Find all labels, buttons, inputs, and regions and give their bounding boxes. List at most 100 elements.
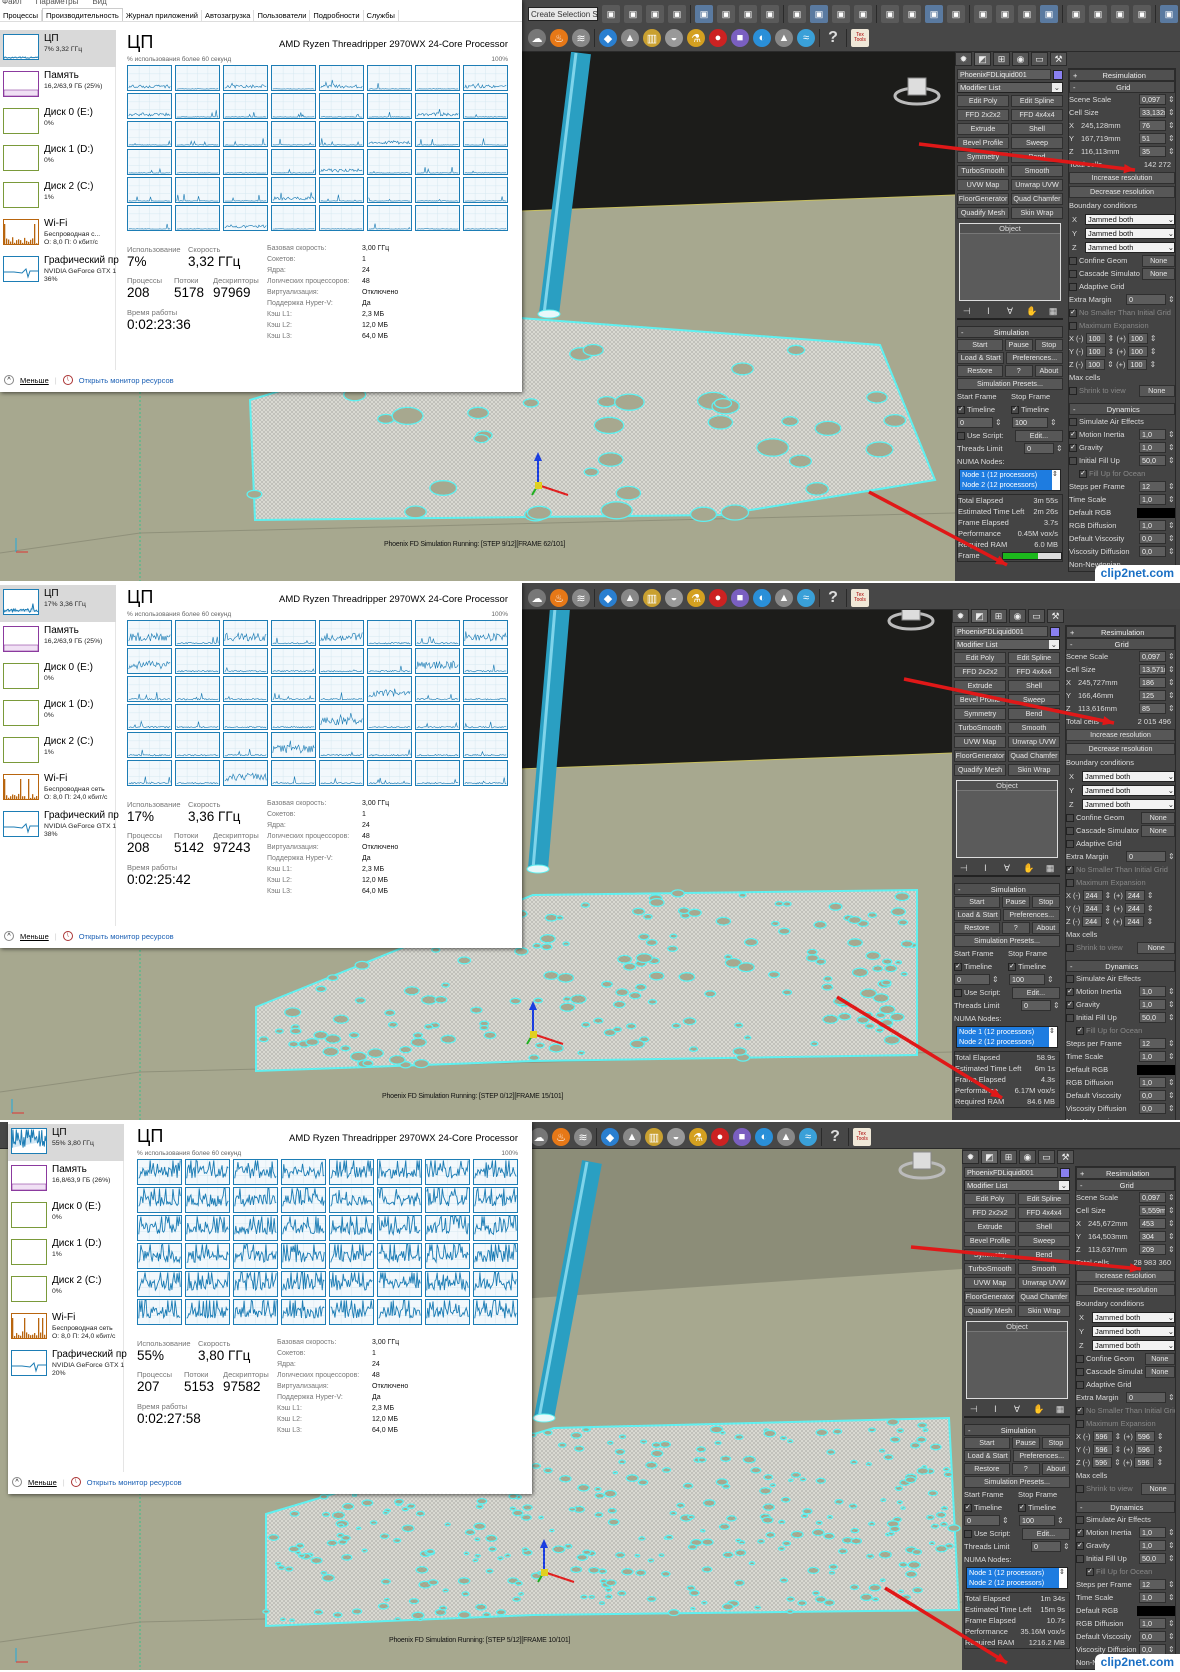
spinner-arrows-icon[interactable]: ⇕ — [1147, 891, 1154, 900]
help-button[interactable]: ? — [1001, 921, 1030, 934]
spinner-arrows-icon[interactable]: ⇕ — [1002, 1516, 1009, 1525]
modifier-button[interactable]: Edit Spline — [1008, 652, 1060, 664]
fill-ocean-checkbox[interactable]: ✓ — [1086, 1567, 1094, 1576]
sidebar-item-gpu[interactable]: Графический пр NVIDIA GeForce GTX 1 38% — [0, 807, 119, 844]
tab-display-icon[interactable]: ▭ — [1031, 52, 1048, 66]
phoenix-material-icon[interactable]: ■ — [731, 589, 749, 607]
help-button[interactable]: ? — [1011, 1462, 1040, 1475]
steps-per-frame-spinner[interactable]: 12 — [1139, 1579, 1166, 1590]
about-button[interactable]: About — [1031, 921, 1060, 934]
material-editor-icon[interactable]: ▣ — [739, 5, 757, 23]
shrink-picker[interactable]: None — [1138, 384, 1175, 397]
tab-display-icon[interactable]: ▭ — [1038, 1150, 1055, 1164]
modifier-button[interactable]: Sweep — [1008, 694, 1060, 706]
spinner-arrows-icon[interactable]: ⇕ — [1047, 975, 1054, 984]
spinner-arrows-icon[interactable]: ⇕ — [1108, 347, 1115, 356]
modifier-stack[interactable]: Object — [956, 780, 1058, 858]
phoenix-ramp-icon[interactable]: ⚗ — [689, 1128, 707, 1146]
spinner-arrows-icon[interactable]: ⇕ — [1168, 1619, 1175, 1628]
pause-button[interactable]: Pause — [1001, 895, 1030, 908]
spinner-arrows-icon[interactable]: ⇕ — [1107, 360, 1114, 369]
modifier-button[interactable]: Shell — [1011, 123, 1063, 135]
boundary-dropdown[interactable]: Jammed both ⌄ — [1085, 241, 1175, 253]
modifier-button[interactable]: Quadify Mesh — [957, 207, 1009, 219]
textools-button[interactable]: Tex Tools — [851, 29, 869, 47]
fewer-details-button[interactable]: Меньше — [28, 1478, 57, 1487]
open-resource-monitor-link[interactable]: Открыть монитор ресурсов — [87, 1478, 182, 1487]
show-end-result-icon[interactable]: I — [979, 306, 999, 316]
make-unique-icon[interactable]: ∀ — [997, 863, 1017, 874]
helper-icon[interactable]: ▣ — [1133, 5, 1151, 23]
phoenix-waterfall-icon[interactable]: ▲ — [775, 29, 793, 47]
phoenix-material-icon[interactable]: ■ — [733, 1128, 751, 1146]
sidebar-item-memory[interactable]: Память 16,8/63,9 ГБ (26%) — [8, 1161, 124, 1198]
phoenix-liquid-source-icon[interactable]: ≋ — [572, 589, 590, 607]
cascade-checkbox[interactable] — [1066, 826, 1074, 835]
modifier-button[interactable]: Bend — [1008, 708, 1060, 720]
spinner-arrows-icon[interactable]: ⇕ — [1168, 1078, 1175, 1087]
spinner-arrows-icon[interactable]: ⇕ — [1168, 1091, 1175, 1100]
tab-6[interactable]: Службы — [364, 10, 399, 21]
time-scale-spinner[interactable]: 1,0 — [1139, 494, 1166, 505]
max-expansion-checkbox[interactable] — [1066, 878, 1074, 887]
camera-icon[interactable]: ▣ — [947, 5, 965, 23]
cell-size-spinner[interactable]: 5,559m — [1139, 1205, 1166, 1216]
modifier-button[interactable]: Bevel Profile — [957, 137, 1009, 149]
plant-icon[interactable]: ▣ — [996, 5, 1014, 23]
tab-3[interactable]: Автозагрузка — [202, 10, 255, 21]
modifier-list-dropdown[interactable]: Modifier List ⌄ — [964, 1180, 1070, 1191]
modifier-button[interactable]: Smooth — [1008, 722, 1060, 734]
spinner-arrows-icon[interactable]: ⇕ — [1168, 665, 1175, 674]
fewer-details-button[interactable]: Меньше — [20, 932, 49, 941]
modifier-button[interactable]: Quad Chamfer — [1018, 1291, 1070, 1303]
preferences-button[interactable]: Preferences... — [1013, 1449, 1070, 1462]
menu-item[interactable]: Вид — [92, 0, 106, 6]
cascade-picker[interactable]: None — [1144, 1365, 1175, 1378]
expansion-plus-spinner[interactable]: 596 — [1134, 1457, 1155, 1468]
modifier-button[interactable]: UVW Map — [964, 1277, 1016, 1289]
modifier-button[interactable]: Bevel Profile — [964, 1235, 1016, 1247]
phoenix-ocean-mesh-icon[interactable]: ≈ — [799, 1128, 817, 1146]
phoenix-ocean-icon[interactable]: ▲ — [623, 1128, 641, 1146]
viscosity-spinner[interactable]: 0,0 — [1139, 533, 1166, 544]
adaptive-grid-checkbox[interactable] — [1076, 1380, 1084, 1389]
spinner-arrows-icon[interactable]: ⇕ — [1057, 1516, 1064, 1525]
remove-modifier-icon[interactable]: ✋ — [1022, 306, 1042, 317]
boundary-dropdown[interactable]: Jammed both ⌄ — [1082, 770, 1175, 782]
help-button[interactable]: ? — [824, 589, 842, 607]
modifier-button[interactable]: UVW Map — [957, 179, 1009, 191]
phoenix-liquid-source-icon[interactable]: ≋ — [574, 1128, 592, 1146]
spinner-arrows-icon[interactable]: ⇕ — [1168, 1541, 1175, 1550]
modifier-button[interactable]: Sweep — [1011, 137, 1063, 149]
spinner-arrows-icon[interactable]: ⇕ — [1168, 1645, 1175, 1654]
motion-inertia-spinner[interactable]: 1,0 — [1139, 429, 1166, 440]
expansion-minus-spinner[interactable]: 596 — [1092, 1431, 1113, 1442]
tab-5[interactable]: Подробности — [310, 10, 364, 21]
phoenix-fire-icon[interactable]: ♨ — [550, 29, 568, 47]
grid-cells-spinner[interactable]: 35 — [1139, 146, 1166, 157]
tab-create-icon[interactable]: ✹ — [955, 52, 972, 66]
expansion-plus-spinner[interactable]: 100 — [1127, 333, 1148, 344]
decrease-resolution-button[interactable]: Decrease resolution — [1076, 1284, 1175, 1296]
boundary-dropdown[interactable]: Jammed both ⌄ — [1085, 213, 1175, 225]
restore-button[interactable]: Restore — [954, 921, 1000, 934]
phoenix-splash-icon[interactable]: ◒ — [665, 29, 683, 47]
stop-button[interactable]: Stop — [1034, 338, 1063, 351]
gravity-spinner[interactable]: 1,0 — [1139, 999, 1166, 1010]
edit-script-button[interactable]: Edit... — [1022, 1527, 1070, 1540]
gravity-checkbox[interactable]: ✓ — [1069, 443, 1077, 452]
phoenix-wave-icon[interactable]: ◐ — [753, 589, 771, 607]
modifier-button[interactable]: Symmetry — [964, 1249, 1016, 1261]
spinner-arrows-icon[interactable]: ⇕ — [1063, 1542, 1070, 1551]
modifier-button[interactable]: Skin Wrap — [1008, 764, 1060, 776]
spinner-arrows-icon[interactable]: ⇕ — [1156, 1458, 1163, 1467]
no-smaller-checkbox[interactable]: ✓ — [1069, 308, 1077, 317]
gravity-spinner[interactable]: 1,0 — [1139, 442, 1166, 453]
simulation-presets-button[interactable]: Simulation Presets... — [954, 934, 1060, 947]
initial-fill-spinner[interactable]: 50,0 — [1139, 1553, 1166, 1564]
expansion-plus-spinner[interactable]: 244 — [1124, 890, 1145, 901]
confine-geom-picker[interactable]: None — [1141, 811, 1175, 824]
simulation-rollout[interactable]: - Simulation — [964, 1424, 1070, 1436]
grid-cells-spinner[interactable]: 186 — [1139, 677, 1166, 688]
remove-modifier-icon[interactable]: ✋ — [1019, 863, 1039, 874]
